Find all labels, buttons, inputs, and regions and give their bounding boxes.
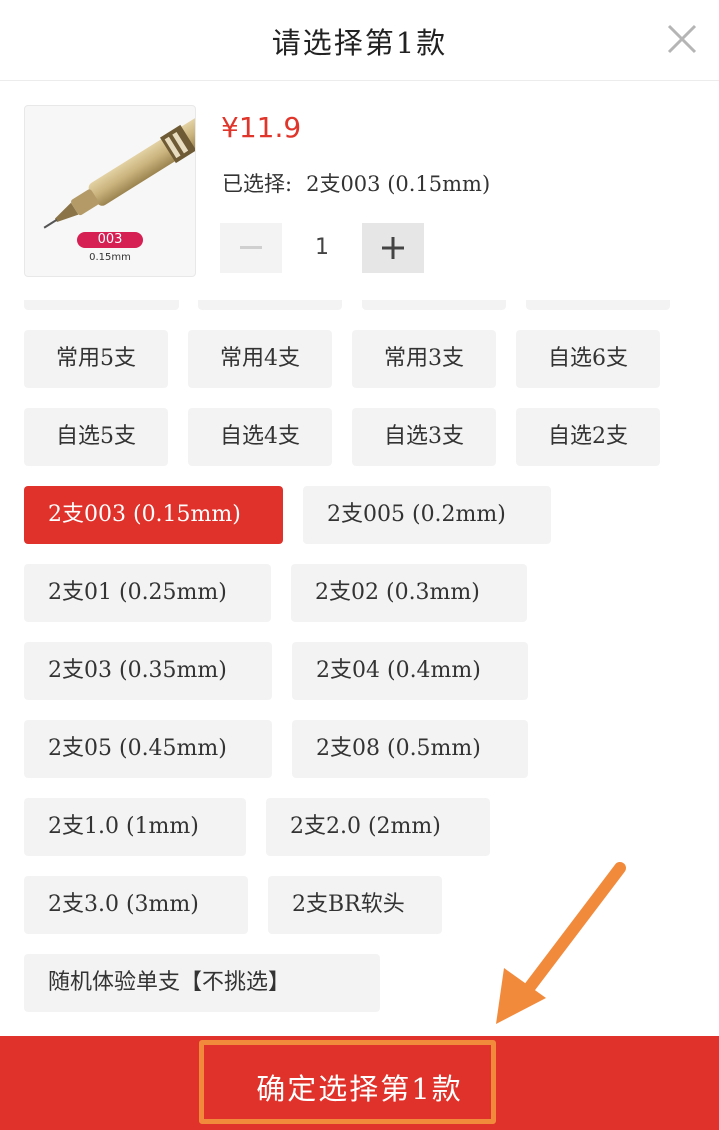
option-2x-1-0[interactable]: 2支1.0 (1mm) — [24, 798, 246, 856]
option-2x-03[interactable]: 2支03 (0.35mm) — [24, 642, 272, 700]
option-common-4[interactable]: 常用4支 — [188, 330, 332, 388]
quantity-value[interactable]: 1 — [282, 223, 362, 273]
option-custom-2[interactable]: 自选2支 — [516, 408, 660, 466]
option-partial[interactable] — [526, 300, 670, 310]
option-2x-br[interactable]: 2支BR软头 — [268, 876, 442, 934]
selected-info: 已选择: 2支003 (0.15mm) — [222, 168, 490, 198]
minus-button[interactable] — [220, 223, 282, 273]
confirm-label: 确定选择第1款 — [256, 1072, 463, 1106]
option-custom-3[interactable]: 自选3支 — [352, 408, 496, 466]
product-summary: 003 0.15mm ¥11.9 已选择: 2支003 (0.15mm) 1 — [0, 81, 719, 300]
minus-icon — [240, 246, 262, 249]
pen-illustration — [43, 114, 195, 229]
plus-icon — [382, 237, 404, 259]
option-2x-04[interactable]: 2支04 (0.4mm) — [292, 642, 528, 700]
option-2x-08[interactable]: 2支08 (0.5mm) — [292, 720, 528, 778]
selected-value: 2支003 (0.15mm) — [306, 172, 491, 196]
image-size-label: 0.15mm — [89, 252, 131, 263]
selected-label: 已选择: — [222, 172, 293, 196]
close-icon[interactable] — [665, 22, 699, 56]
option-2x-2-0[interactable]: 2支2.0 (2mm) — [266, 798, 490, 856]
option-2x-005[interactable]: 2支005 (0.2mm) — [303, 486, 551, 544]
confirm-button[interactable]: 确定选择第1款 — [0, 1036, 719, 1130]
option-partial[interactable] — [24, 300, 179, 310]
option-2x-02[interactable]: 2支02 (0.3mm) — [291, 564, 527, 622]
image-badge: 003 — [77, 232, 143, 248]
option-partial[interactable] — [198, 300, 342, 310]
option-2x-003-selected[interactable]: 2支003 (0.15mm) — [24, 486, 283, 544]
dialog-header: 请选择第1款 — [0, 0, 719, 81]
plus-button[interactable] — [362, 223, 424, 273]
option-list: 常用5支 常用4支 常用3支 自选6支 自选5支 自选4支 自选3支 自选2支 … — [0, 300, 719, 1036]
dialog-title: 请选择第1款 — [271, 26, 448, 60]
option-custom-6[interactable]: 自选6支 — [516, 330, 660, 388]
option-partial[interactable] — [362, 300, 506, 310]
option-common-5[interactable]: 常用5支 — [24, 330, 168, 388]
option-2x-05[interactable]: 2支05 (0.45mm) — [24, 720, 272, 778]
option-common-3[interactable]: 常用3支 — [352, 330, 496, 388]
option-random-single[interactable]: 随机体验单支【不挑选】 — [24, 954, 380, 1012]
option-2x-3-0[interactable]: 2支3.0 (3mm) — [24, 876, 248, 934]
price: ¥11.9 — [221, 111, 302, 144]
option-custom-4[interactable]: 自选4支 — [188, 408, 332, 466]
option-2x-01[interactable]: 2支01 (0.25mm) — [24, 564, 271, 622]
option-custom-5[interactable]: 自选5支 — [24, 408, 168, 466]
product-image: 003 0.15mm — [24, 105, 196, 277]
